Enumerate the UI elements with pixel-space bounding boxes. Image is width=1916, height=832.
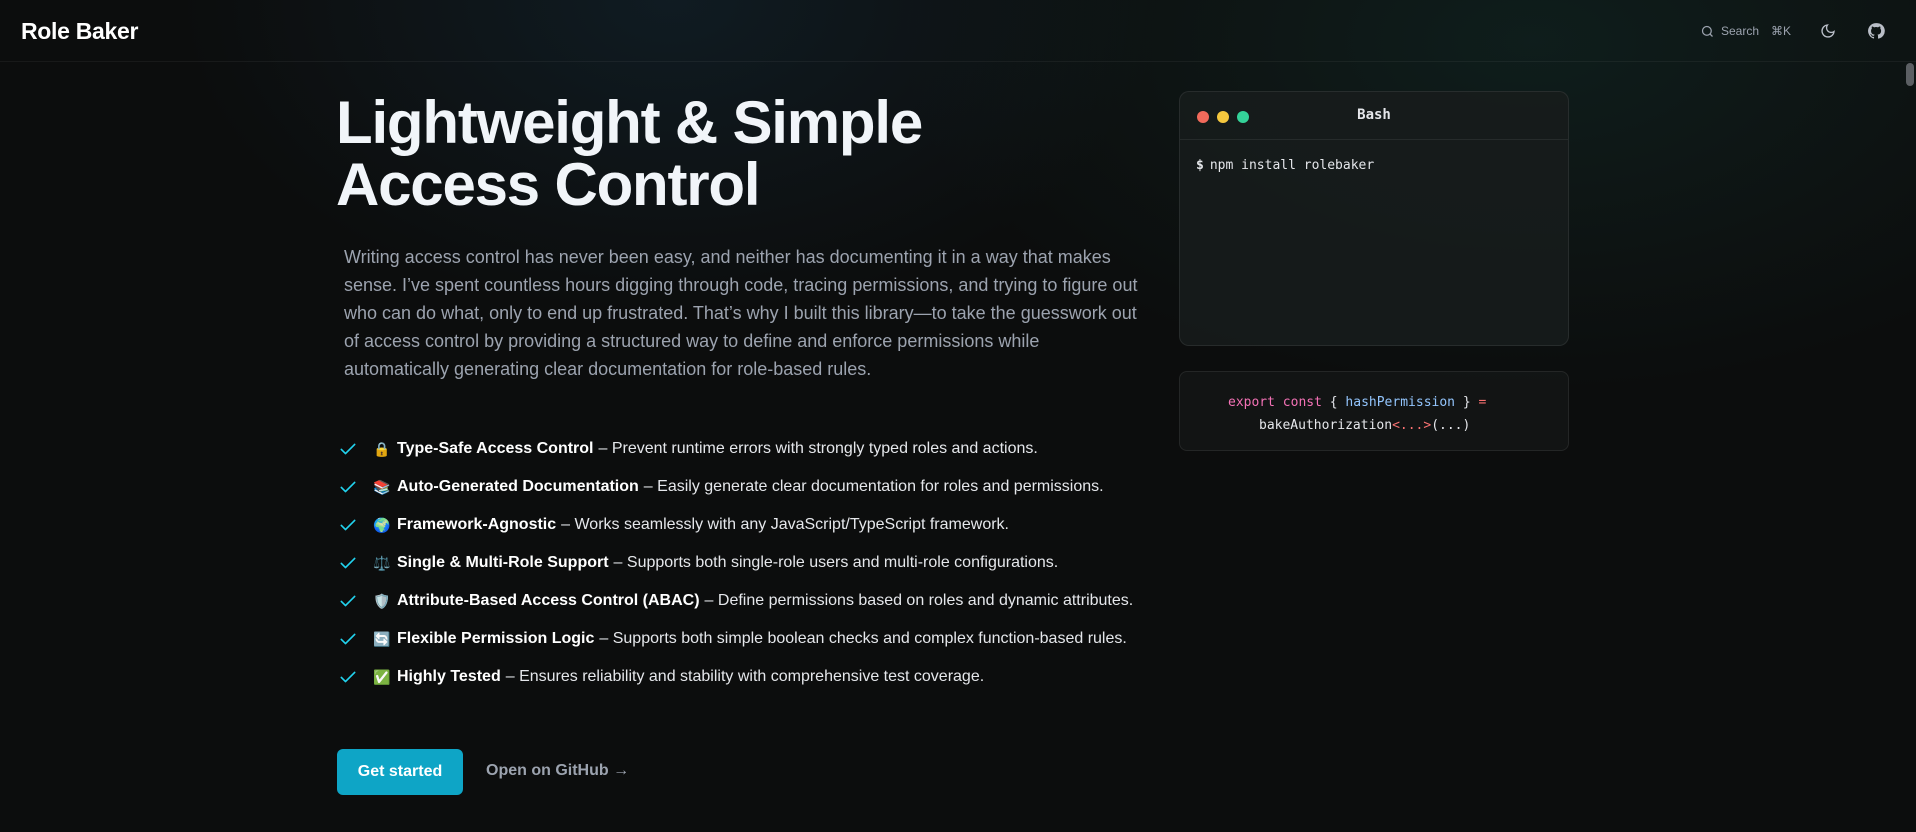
feature-emoji: 🔄 [373, 630, 391, 647]
check-icon [340, 595, 356, 607]
feature-title: Attribute-Based Access Control (ABAC) [397, 592, 700, 609]
feature-emoji: ✅ [373, 668, 391, 685]
feature-emoji: 🔒 [373, 440, 391, 457]
github-link[interactable] [1865, 20, 1887, 42]
brand-logo[interactable]: Role Baker [21, 18, 138, 45]
feature-item: 🌍 Framework-Agnostic – Works seamlessly wi… [338, 506, 1158, 544]
feature-text: – Supports both simple boolean checks an… [599, 630, 1127, 647]
feature-emoji: 🌍 [373, 516, 391, 533]
code-call: bakeAuthorization [1259, 418, 1393, 433]
feature-title: Flexible Permission Logic [397, 630, 595, 647]
feature-title: Auto-Generated Documentation [397, 478, 639, 495]
terminal-titlebar: Bash [1180, 92, 1568, 140]
feature-item: ✅ Highly Tested – Ensures reliability and … [338, 658, 1158, 696]
feature-item: 🛡️ Attribute-Based Access Control (ABAC) –… [338, 582, 1158, 620]
code-snippet: export const { hashPermission } = bakeAu… [1179, 371, 1569, 451]
hero-description: Writing access control has never been ea… [344, 247, 1138, 379]
theme-toggle-button[interactable] [1817, 20, 1839, 42]
code-line-1: export const { hashPermission } = [1228, 391, 1568, 414]
check-icon [340, 519, 356, 531]
feature-title: Highly Tested [397, 668, 501, 685]
terminal-title: Bash [1357, 107, 1391, 123]
feature-text: – Supports both single-role users and mu… [613, 554, 1059, 571]
open-github-link[interactable]: Open on GitHub → [486, 762, 629, 780]
code-keyword-export: export [1228, 395, 1275, 410]
check-icon [340, 443, 356, 455]
code-line-2: bakeAuthorization<...>(...) [1228, 414, 1568, 437]
feature-item: 🔒 Type-Safe Access Control – Prevent runti… [338, 430, 1158, 468]
code-keyword-const: const [1282, 395, 1322, 410]
hero-title: Lightweight & Simple Access Control [336, 89, 923, 218]
code-args: (...) [1431, 418, 1471, 433]
github-icon [1868, 23, 1885, 39]
search-button[interactable]: Search ⌘K [1700, 21, 1791, 41]
feature-text: – Works seamlessly with any JavaScript/T… [561, 516, 1009, 533]
feature-title: Framework-Agnostic [397, 516, 557, 533]
feature-text: – Prevent runtime errors with strongly t… [598, 440, 1038, 457]
moon-icon [1821, 24, 1835, 38]
feature-item: ⚖️ Single & Multi-Role Support – Supports … [338, 544, 1158, 582]
feature-item: 🔄 Flexible Permission Logic – Supports bot… [338, 620, 1158, 658]
feature-list: 🔒 Type-Safe Access Control – Prevent runti… [338, 430, 1158, 696]
code-generic: <...> [1392, 418, 1432, 433]
feature-emoji: ⚖️ [373, 554, 391, 571]
scrollbar-thumb[interactable] [1906, 63, 1914, 86]
top-nav: Role Baker Search ⌘K [0, 0, 1916, 62]
check-icon [340, 557, 356, 569]
feature-text: – Define permissions based on roles and … [704, 592, 1134, 609]
code-identifier: hashPermission [1345, 395, 1455, 410]
check-icon [340, 481, 356, 493]
get-started-button[interactable]: Get started [337, 749, 463, 795]
feature-emoji: 🛡️ [373, 592, 391, 609]
search-label: Search [1721, 24, 1760, 38]
feature-title: Single & Multi-Role Support [397, 554, 609, 571]
code-brace-open: { [1329, 395, 1338, 410]
feature-text: – Easily generate clear documentation fo… [643, 478, 1104, 495]
check-icon [340, 671, 356, 683]
install-command[interactable]: npm install rolebaker [1210, 158, 1374, 173]
feature-emoji: 📚 [373, 478, 391, 495]
terminal-body: $ npm install rolebaker [1180, 140, 1568, 191]
feature-title: Type-Safe Access Control [397, 440, 594, 457]
check-icon [340, 633, 356, 645]
code-brace-close: } [1462, 395, 1471, 410]
feature-text: – Ensures reliability and stability with… [505, 668, 985, 685]
code-equals: = [1478, 395, 1487, 410]
search-icon [1701, 25, 1713, 37]
terminal-window: Bash $ npm install rolebaker [1179, 91, 1569, 346]
feature-item: 📚 Auto-Generated Documentation – Easily ge… [338, 468, 1158, 506]
search-shortcut: ⌘K [1771, 24, 1792, 38]
terminal-prompt: $ [1196, 158, 1204, 173]
